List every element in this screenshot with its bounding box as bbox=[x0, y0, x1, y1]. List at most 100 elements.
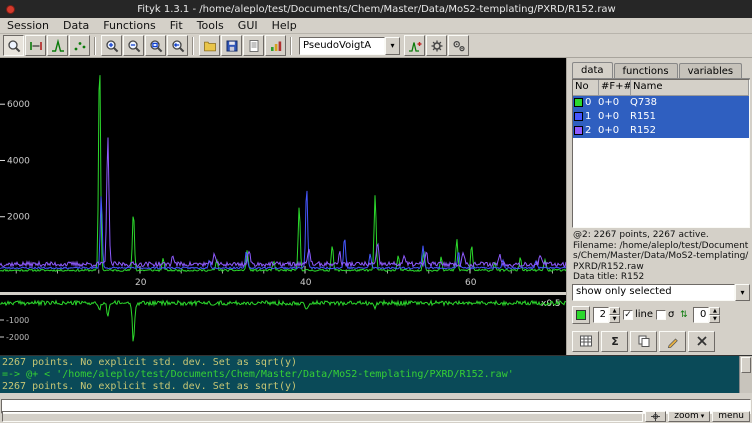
column-no[interactable]: No bbox=[573, 80, 599, 95]
sidebar-tabs: data functions variables bbox=[572, 59, 750, 79]
y-tick-label: 6000 bbox=[7, 100, 30, 110]
dataset-func-count: 0+0 bbox=[598, 125, 630, 136]
series-R152 bbox=[0, 138, 566, 267]
dataset-points-info: @2: 2267 points, 2267 active. bbox=[573, 230, 749, 241]
chevron-down-icon: ▾ bbox=[385, 37, 400, 55]
dataset-color-swatch bbox=[574, 112, 583, 121]
column-name[interactable]: Name bbox=[631, 80, 749, 95]
statusbar: zoom ▾ menu bbox=[0, 410, 752, 423]
add-peak-mode-button[interactable] bbox=[47, 35, 68, 56]
dataset-no: 0 bbox=[585, 97, 598, 108]
x-tick-label: 60 bbox=[465, 278, 477, 288]
zoom-all-button[interactable] bbox=[145, 35, 166, 56]
close-button[interactable] bbox=[6, 5, 15, 14]
tab-functions[interactable]: functions bbox=[614, 63, 678, 78]
sum-functions-button[interactable]: Σ bbox=[601, 331, 628, 352]
table-icon bbox=[579, 334, 593, 348]
dataset-color-swatch bbox=[574, 126, 583, 135]
dataset-list: No #F+# Name 0 0+0 Q738 1 0+0 R151 bbox=[572, 79, 750, 228]
sigma-checkbox-label: σ bbox=[668, 309, 674, 320]
menu-session[interactable]: Session bbox=[0, 18, 56, 34]
dataset-info: @2: 2267 points, 2267 active. Filename: … bbox=[572, 228, 750, 283]
dataset-name: R152 bbox=[630, 125, 749, 136]
dataset-row-1[interactable]: 1 0+0 R151 bbox=[573, 110, 749, 124]
series-Q738 bbox=[0, 75, 566, 271]
auto-add-peak-button[interactable] bbox=[404, 35, 425, 56]
peak-icon bbox=[51, 39, 65, 53]
sigma-icon: Σ bbox=[608, 334, 622, 348]
previous-zoom-button[interactable] bbox=[167, 35, 188, 56]
spin-up-icon[interactable]: ▲ bbox=[609, 307, 620, 315]
menu-tools[interactable]: Tools bbox=[190, 18, 231, 34]
gui-settings-button[interactable] bbox=[448, 35, 469, 56]
point-color-chip bbox=[576, 310, 586, 320]
spin-down-icon[interactable]: ▼ bbox=[709, 315, 720, 323]
zoom-in-button[interactable] bbox=[101, 35, 122, 56]
aux-plot[interactable]: -1000-2000x0.5 bbox=[0, 295, 566, 355]
sidebar: data functions variables No #F+# Name 0 … bbox=[570, 58, 752, 355]
data-shift-spinner[interactable]: 0 ▲▼ bbox=[693, 307, 720, 323]
spin-up-icon[interactable]: ▲ bbox=[709, 307, 720, 315]
folder-icon bbox=[203, 39, 217, 53]
pencil-icon bbox=[666, 334, 680, 348]
execute-script-button[interactable] bbox=[243, 35, 264, 56]
checkbox-empty-icon bbox=[656, 310, 666, 320]
edit-data-button[interactable] bbox=[572, 331, 599, 352]
x-tick-label: 20 bbox=[135, 278, 147, 288]
aux-tick-label: -1000 bbox=[6, 316, 29, 325]
titlebar: Fityk 1.3.1 - /home/aleplo/test/Document… bbox=[0, 0, 752, 18]
function-type-select[interactable]: PseudoVoigtA▾ bbox=[299, 37, 400, 55]
spin-down-icon[interactable]: ▼ bbox=[609, 315, 620, 323]
menu-fit[interactable]: Fit bbox=[163, 18, 190, 34]
zoom-mode-button[interactable] bbox=[3, 35, 24, 56]
quick-plot-button[interactable] bbox=[265, 35, 286, 56]
statusbar-menu-button[interactable]: menu bbox=[712, 411, 750, 422]
gear-icon bbox=[430, 39, 444, 53]
filter-dropdown[interactable]: show only selected ▾ bbox=[572, 284, 750, 301]
display-controls: 2 ▲▼ ✓ line σ ⇅ 0 ▲▼ bbox=[572, 304, 750, 326]
delete-dataset-button[interactable] bbox=[688, 331, 715, 352]
copy-icon bbox=[637, 334, 651, 348]
output-console[interactable]: 2267 points. No explicit std. dev. Set a… bbox=[0, 355, 752, 393]
aux-residual-series bbox=[0, 301, 566, 342]
menu-functions[interactable]: Functions bbox=[96, 18, 163, 34]
fityk-window: Fityk 1.3.1 - /home/aleplo/test/Document… bbox=[0, 0, 752, 423]
tab-variables[interactable]: variables bbox=[679, 63, 743, 78]
pointer-info-button[interactable] bbox=[645, 411, 666, 422]
console-scrollbar[interactable] bbox=[739, 356, 752, 393]
range-icon bbox=[29, 39, 43, 53]
menu-button-label: menu bbox=[718, 412, 744, 421]
activate-points-mode-button[interactable] bbox=[69, 35, 90, 56]
window-title: Fityk 1.3.1 - /home/aleplo/test/Document… bbox=[21, 4, 752, 15]
dataset-name: Q738 bbox=[630, 97, 749, 108]
checkbox-checked-icon: ✓ bbox=[623, 310, 633, 320]
shift-arrows-icon: ⇅ bbox=[677, 307, 690, 323]
scrollbar-thumb[interactable] bbox=[741, 357, 751, 373]
zoom-history-button[interactable]: zoom ▾ bbox=[668, 411, 710, 422]
copy-data-button[interactable] bbox=[630, 331, 657, 352]
point-color-button[interactable] bbox=[572, 306, 590, 324]
data-range-mode-button[interactable] bbox=[25, 35, 46, 56]
edit-transform-button[interactable] bbox=[659, 331, 686, 352]
point-size-spinner[interactable]: 2 ▲▼ bbox=[593, 307, 620, 323]
zoom-icon bbox=[7, 39, 21, 53]
main-plot[interactable]: 204060600040002000 bbox=[0, 58, 566, 292]
sigma-checkbox[interactable]: σ bbox=[656, 309, 674, 320]
toolbar-separator bbox=[290, 37, 292, 55]
line-checkbox[interactable]: ✓ line bbox=[623, 309, 653, 320]
menu-gui[interactable]: GUI bbox=[231, 18, 265, 34]
dataset-filename: Filename: /home/aleplo/test/Documents/Ch… bbox=[573, 241, 749, 273]
load-data-button[interactable] bbox=[199, 35, 220, 56]
dataset-func-count: 0+0 bbox=[598, 111, 630, 122]
command-input-row bbox=[0, 393, 752, 410]
fit-settings-button[interactable] bbox=[426, 35, 447, 56]
menu-help[interactable]: Help bbox=[265, 18, 304, 34]
zoom-out-button[interactable] bbox=[123, 35, 144, 56]
console-line: =-> @+ < '/home/aleplo/test/Documents/Ch… bbox=[2, 369, 737, 381]
column-functions[interactable]: #F+# bbox=[599, 80, 631, 95]
tab-data[interactable]: data bbox=[572, 62, 613, 78]
save-session-button[interactable] bbox=[221, 35, 242, 56]
menu-data[interactable]: Data bbox=[56, 18, 96, 34]
dataset-row-2[interactable]: 2 0+0 R152 bbox=[573, 124, 749, 138]
dataset-row-0[interactable]: 0 0+0 Q738 bbox=[573, 96, 749, 110]
